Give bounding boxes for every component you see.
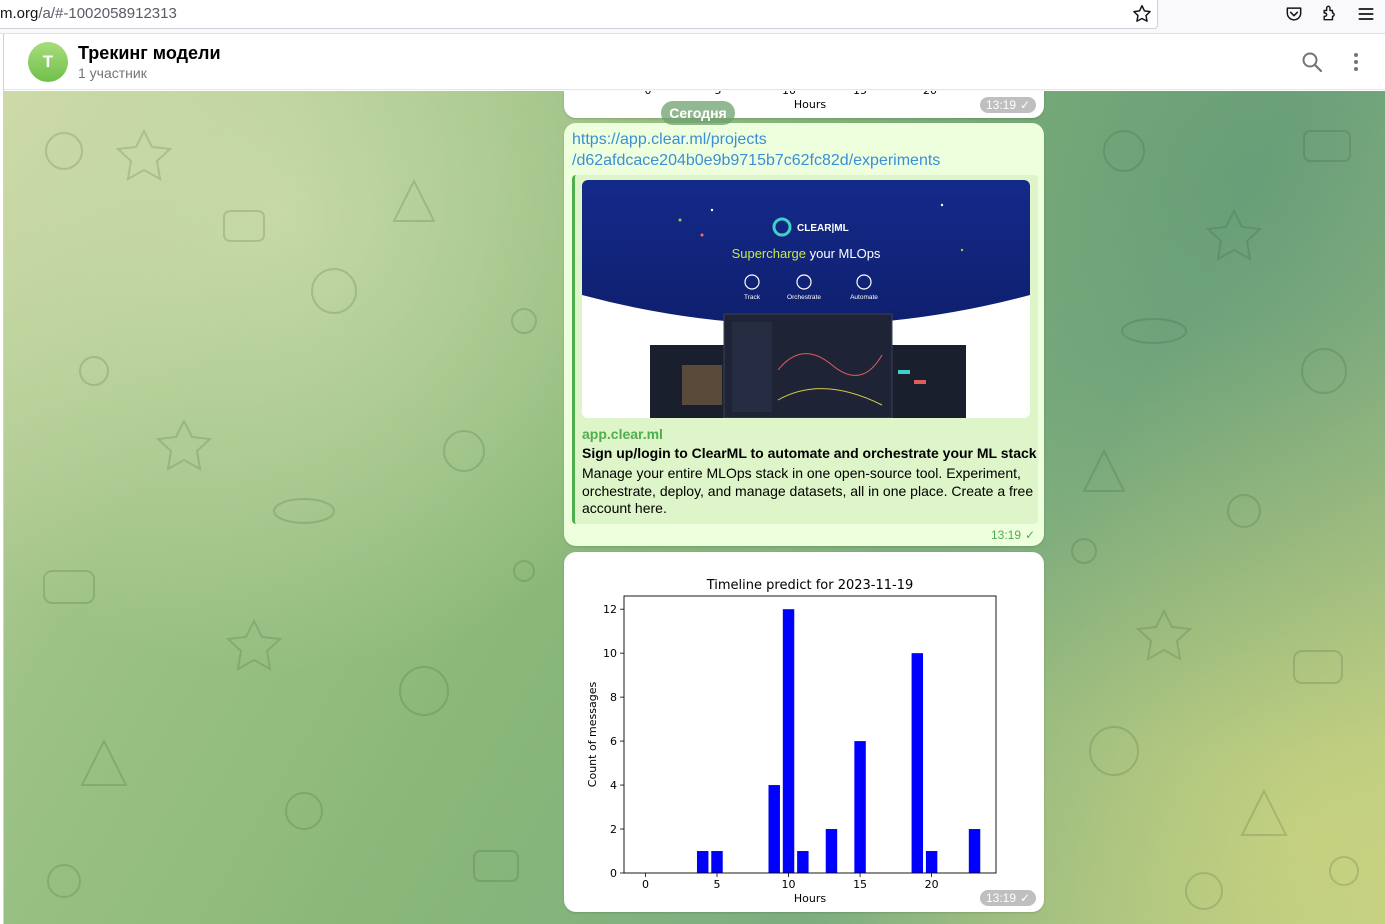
more-icon[interactable]: [1346, 50, 1366, 74]
chart-bar: [825, 829, 838, 873]
chat-title[interactable]: Трекинг модели: [78, 43, 221, 64]
extensions-icon[interactable]: [1320, 3, 1340, 23]
x-tick-label: 0: [642, 878, 649, 891]
prev-tick-15: 15: [853, 91, 867, 97]
prev-tick-20: 20: [923, 91, 937, 97]
x-tick-label: 20: [925, 878, 939, 891]
plot-frame: [623, 595, 997, 874]
prev-tick-0: 0: [645, 91, 652, 97]
url-bar[interactable]: m.org/a/#-1002058912313: [0, 0, 1158, 29]
chart-ylabel: Count of messages: [586, 682, 599, 788]
pocket-icon[interactable]: [1284, 4, 1304, 24]
prev-tick-5: 5: [715, 91, 722, 97]
chart-bar: [854, 741, 866, 873]
clearml-banner: CLEAR|ML Supercharge your MLOps Track Or…: [582, 180, 1030, 418]
banner-headline: Supercharge your MLOps: [732, 246, 881, 261]
link-preview[interactable]: CLEAR|ML Supercharge your MLOps Track Or…: [572, 175, 1038, 524]
preview-site: app.clear.ml: [582, 426, 663, 442]
avatar[interactable]: T: [28, 42, 68, 82]
check-icon: ✓: [1020, 891, 1031, 905]
chat-subtitle: 1 участник: [78, 65, 147, 81]
banner-headline-rest: your MLOps: [806, 246, 881, 261]
prev-xlabel: Hours: [794, 98, 826, 111]
check-icon: ✓: [1025, 528, 1036, 542]
chart-bar: [968, 829, 981, 873]
chart-bar: [711, 851, 723, 873]
feature-automate: Automate: [850, 294, 878, 301]
feature-orchestrate: Orchestrate: [787, 294, 821, 301]
y-tick-label: 8: [610, 691, 617, 704]
search-icon[interactable]: [1300, 50, 1324, 74]
previous-chart-tail: 0 5 10 15 20 Hours: [645, 91, 938, 111]
message-time-text: 13:19: [991, 528, 1022, 542]
chart-bar: [696, 851, 709, 873]
y-tick-label: 0: [610, 867, 617, 880]
preview-title: Sign up/login to ClearML to automate and…: [582, 445, 1037, 461]
chart-bar: [782, 609, 795, 873]
message-time: 13:19 ✓: [991, 528, 1035, 542]
link-message[interactable]: https://app.clear.ml/projects/d62afdcace…: [564, 123, 1044, 546]
prev-tick-10: 10: [782, 91, 796, 97]
preview-image[interactable]: CLEAR|ML Supercharge your MLOps Track Or…: [582, 180, 1030, 418]
banner-brand: CLEAR|ML: [797, 223, 849, 234]
banner-headline-highlight: Supercharge: [732, 246, 806, 261]
feature-track: Track: [744, 294, 761, 301]
chart-xlabel: Hours: [794, 892, 826, 905]
y-tick-label: 4: [610, 779, 617, 792]
chart-bar: [768, 785, 780, 873]
chart-message[interactable]: 0 5 10 15 20 0 2 4 6 8 10 12 Timeline predict for 20…: [564, 552, 1044, 912]
message-time: 13:19 ✓: [980, 97, 1037, 113]
y-tick-label: 12: [603, 603, 617, 616]
message-time: 13:19 ✓: [980, 890, 1037, 906]
x-tick-label: 15: [853, 878, 867, 891]
preview-description: Manage your entire MLOps stack in one op…: [582, 465, 1034, 516]
browser-toolbar: m.org/a/#-1002058912313: [0, 0, 1385, 34]
previous-chart-message[interactable]: 0 5 10 15 20 Hours 13:19✓: [564, 91, 1044, 118]
chart-title: Timeline predict for 2023-11-19: [706, 578, 914, 593]
link-line-1[interactable]: https://app.clear.ml/projects: [572, 131, 767, 148]
star-icon[interactable]: [1131, 3, 1153, 25]
url-path: /a/#-1002058912313: [38, 5, 177, 22]
link-line-2[interactable]: /d62afdcace204b0e9b9715b7c62fc82d/experi…: [572, 152, 940, 169]
x-tick-label: 5: [714, 878, 721, 891]
chart-bar: [911, 653, 924, 873]
message-time-text: 13:19: [986, 891, 1017, 905]
y-tick-label: 6: [610, 735, 617, 748]
y-tick-label: 10: [603, 647, 617, 660]
chart-bar: [925, 851, 938, 873]
x-tick-label: 10: [782, 878, 796, 891]
message-link[interactable]: https://app.clear.ml/projects/d62afdcace…: [572, 129, 1032, 171]
menu-icon[interactable]: [1356, 4, 1376, 24]
url-text[interactable]: m.org/a/#-1002058912313: [0, 5, 177, 22]
y-tick-label: 2: [610, 823, 617, 836]
chart-bar: [797, 851, 809, 873]
url-domain: m.org: [0, 5, 39, 22]
message-time-text: 13:19: [986, 98, 1017, 112]
date-separator: Сегодня: [661, 101, 735, 125]
check-icon: ✓: [1020, 98, 1031, 112]
bar-chart[interactable]: 0 5 10 15 20 0 2 4 6 8 10 12 Timeline predict for 20…: [564, 552, 1044, 912]
chat-header[interactable]: T Трекинг модели 1 участник: [4, 35, 1385, 90]
